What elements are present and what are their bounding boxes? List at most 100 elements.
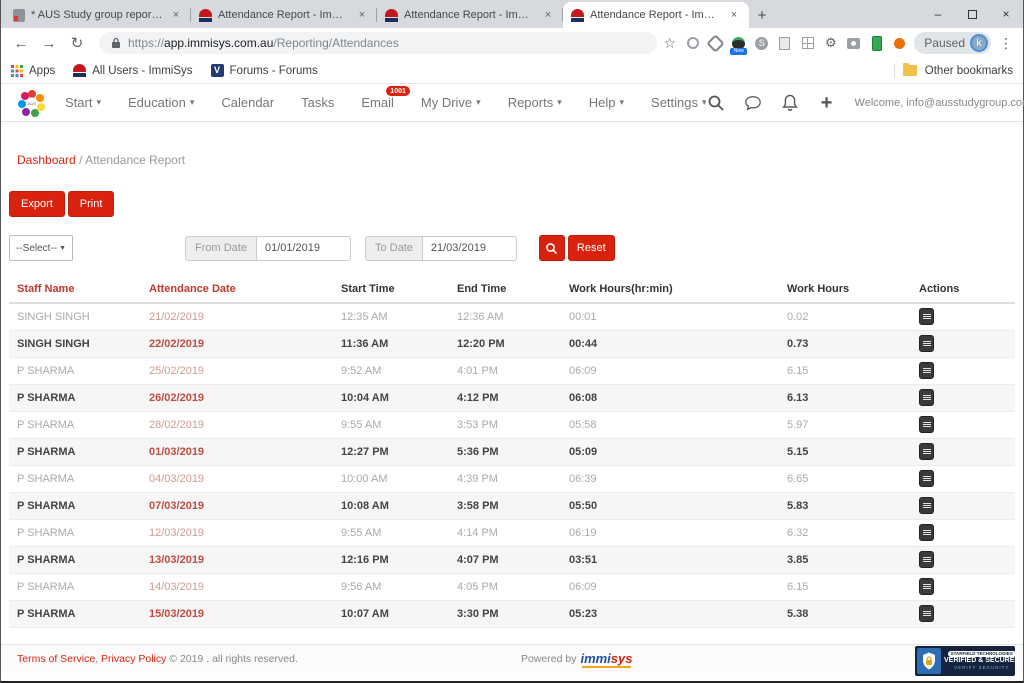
column-work-hours-hrmin[interactable]: Work Hours(hr:min): [569, 277, 787, 303]
bookmark-star-icon[interactable]: ☆: [661, 35, 678, 52]
verified-secured-seal[interactable]: STARFIELD TECHNOLOGIES VERIFIED & SECURE…: [915, 646, 1015, 676]
tab-close-icon[interactable]: ×: [355, 8, 369, 22]
row-actions-button[interactable]: [919, 524, 934, 541]
staff-select-dropdown[interactable]: --Select-- ▼: [9, 235, 73, 261]
grid-icon: [923, 368, 931, 373]
menu-email[interactable]: Email1001: [361, 95, 394, 110]
document-extension-icon[interactable]: [776, 35, 793, 52]
row-actions-button[interactable]: [919, 470, 934, 487]
work-hours-hrmin-cell: 05:23: [569, 600, 787, 627]
row-actions-button[interactable]: [919, 389, 934, 406]
work-hours-hrmin-cell: 06:19: [569, 519, 787, 546]
row-actions-button[interactable]: [919, 497, 934, 514]
menu-calendar[interactable]: Calendar: [221, 95, 274, 110]
tab-attendance-active[interactable]: Attendance Report - ImmiSys ×: [563, 2, 749, 28]
privacy-policy-link[interactable]: Privacy Policy: [101, 653, 166, 665]
bookmark-all-users[interactable]: All Users - ImmiSys: [73, 64, 192, 77]
tab-close-icon[interactable]: ×: [169, 8, 183, 22]
row-actions-button[interactable]: [919, 578, 934, 595]
attendance-date-link[interactable]: 21/02/2019: [149, 303, 341, 330]
row-actions-button[interactable]: [919, 362, 934, 379]
camera-extension-icon[interactable]: [845, 35, 862, 52]
menu-education[interactable]: Education▾: [128, 95, 194, 110]
menu-tasks[interactable]: Tasks: [301, 95, 334, 110]
back-button[interactable]: ←: [9, 31, 33, 55]
attendance-date-link[interactable]: 13/03/2019: [149, 546, 341, 573]
attendance-date-link[interactable]: 14/03/2019: [149, 573, 341, 600]
tab-title: Attendance Report - ImmiSys: [218, 9, 349, 21]
apps-shortcut[interactable]: Apps: [11, 65, 55, 77]
menu-settings[interactable]: Settings▾: [651, 95, 707, 110]
tab-close-icon[interactable]: ×: [541, 8, 555, 22]
row-actions-button[interactable]: [919, 335, 934, 352]
adblock-extension-icon[interactable]: New: [730, 35, 747, 52]
restore-button[interactable]: [955, 0, 989, 28]
welcome-user-menu[interactable]: Welcome, info@ausstudygroup.com.au▾: [855, 97, 1024, 109]
menu-reports[interactable]: Reports▾: [508, 95, 562, 110]
address-bar[interactable]: https://app.immisys.com.au/Reporting/Att…: [99, 32, 657, 54]
bell-icon[interactable]: [781, 94, 799, 112]
tab-close-icon[interactable]: ×: [727, 8, 741, 22]
row-actions-button[interactable]: [919, 551, 934, 568]
attendance-date-link[interactable]: 26/02/2019: [149, 384, 341, 411]
table-row: P SHARMA 26/02/2019 10:04 AM 4:12 PM 06:…: [9, 384, 1015, 411]
url-path: /Reporting/Attendances: [273, 36, 398, 50]
tab-attendance-2[interactable]: Attendance Report - ImmiSys ×: [377, 2, 563, 28]
gear-extension-icon[interactable]: ⚙: [822, 35, 839, 52]
to-date-input[interactable]: [422, 236, 517, 261]
start-time-cell: 9:52 AM: [341, 357, 457, 384]
add-icon[interactable]: +: [818, 94, 836, 112]
column-work-hours[interactable]: Work Hours: [787, 277, 919, 303]
row-actions-button[interactable]: [919, 443, 934, 460]
shield-lock-icon: [917, 648, 941, 674]
reset-button[interactable]: Reset: [568, 235, 615, 261]
close-button[interactable]: ×: [989, 0, 1023, 28]
start-time-cell: 10:04 AM: [341, 384, 457, 411]
attendance-date-link[interactable]: 07/03/2019: [149, 492, 341, 519]
new-tab-button[interactable]: +: [749, 2, 775, 28]
menu-my-drive[interactable]: My Drive▾: [421, 95, 481, 110]
column-end-time[interactable]: End Time: [457, 277, 569, 303]
other-bookmarks[interactable]: Other bookmarks: [894, 64, 1013, 78]
search-icon[interactable]: [707, 94, 725, 112]
phone-extension-icon[interactable]: [868, 35, 885, 52]
search-button[interactable]: [539, 235, 565, 261]
row-actions-button[interactable]: [919, 308, 934, 325]
export-button[interactable]: Export: [9, 191, 65, 217]
attendance-date-link[interactable]: 15/03/2019: [149, 600, 341, 627]
attendance-date-link[interactable]: 22/02/2019: [149, 330, 341, 357]
menu-help[interactable]: Help▾: [589, 95, 624, 110]
attendance-date-link[interactable]: 12/03/2019: [149, 519, 341, 546]
menu-start[interactable]: Start▾: [65, 95, 101, 110]
attendance-date-link[interactable]: 28/02/2019: [149, 411, 341, 438]
recycle-extension-icon[interactable]: [707, 35, 724, 52]
chevron-down-icon: ▾: [557, 97, 562, 108]
tab-attendance-1[interactable]: Attendance Report - ImmiSys ×: [191, 2, 377, 28]
browser-menu-icon[interactable]: ⋮: [997, 35, 1015, 52]
tab-aus-study[interactable]: * AUS Study group reporting tha ×: [5, 2, 191, 28]
chat-icon[interactable]: [744, 94, 762, 112]
attendance-date-link[interactable]: 04/03/2019: [149, 465, 341, 492]
ring-extension-icon[interactable]: [684, 35, 701, 52]
attendance-date-link[interactable]: 01/03/2019: [149, 438, 341, 465]
column-attendance-date[interactable]: Attendance Date: [149, 277, 341, 303]
from-date-input[interactable]: [256, 236, 351, 261]
row-actions-button[interactable]: [919, 416, 934, 433]
column-start-time[interactable]: Start Time: [341, 277, 457, 303]
tab-strip: * AUS Study group reporting tha × Attend…: [1, 0, 1023, 28]
profile-button[interactable]: Paused k: [914, 32, 991, 54]
orange-dot-extension-icon[interactable]: [891, 35, 908, 52]
row-actions-button[interactable]: [919, 605, 934, 622]
print-button[interactable]: Print: [68, 191, 115, 217]
skype-extension-icon[interactable]: S: [753, 35, 770, 52]
attendance-date-link[interactable]: 25/02/2019: [149, 357, 341, 384]
grid-extension-icon[interactable]: [799, 35, 816, 52]
forward-button[interactable]: →: [37, 31, 61, 55]
bookmark-forums[interactable]: V Forums - Forums: [211, 64, 318, 77]
minimize-button[interactable]: –: [921, 0, 955, 28]
terms-of-service-link[interactable]: Terms of Service: [17, 653, 95, 665]
breadcrumb-dashboard-link[interactable]: Dashboard: [17, 153, 76, 167]
reload-button[interactable]: ↻: [65, 31, 89, 55]
column-staff-name[interactable]: Staff Name: [9, 277, 149, 303]
work-hours-hrmin-cell: 00:44: [569, 330, 787, 357]
